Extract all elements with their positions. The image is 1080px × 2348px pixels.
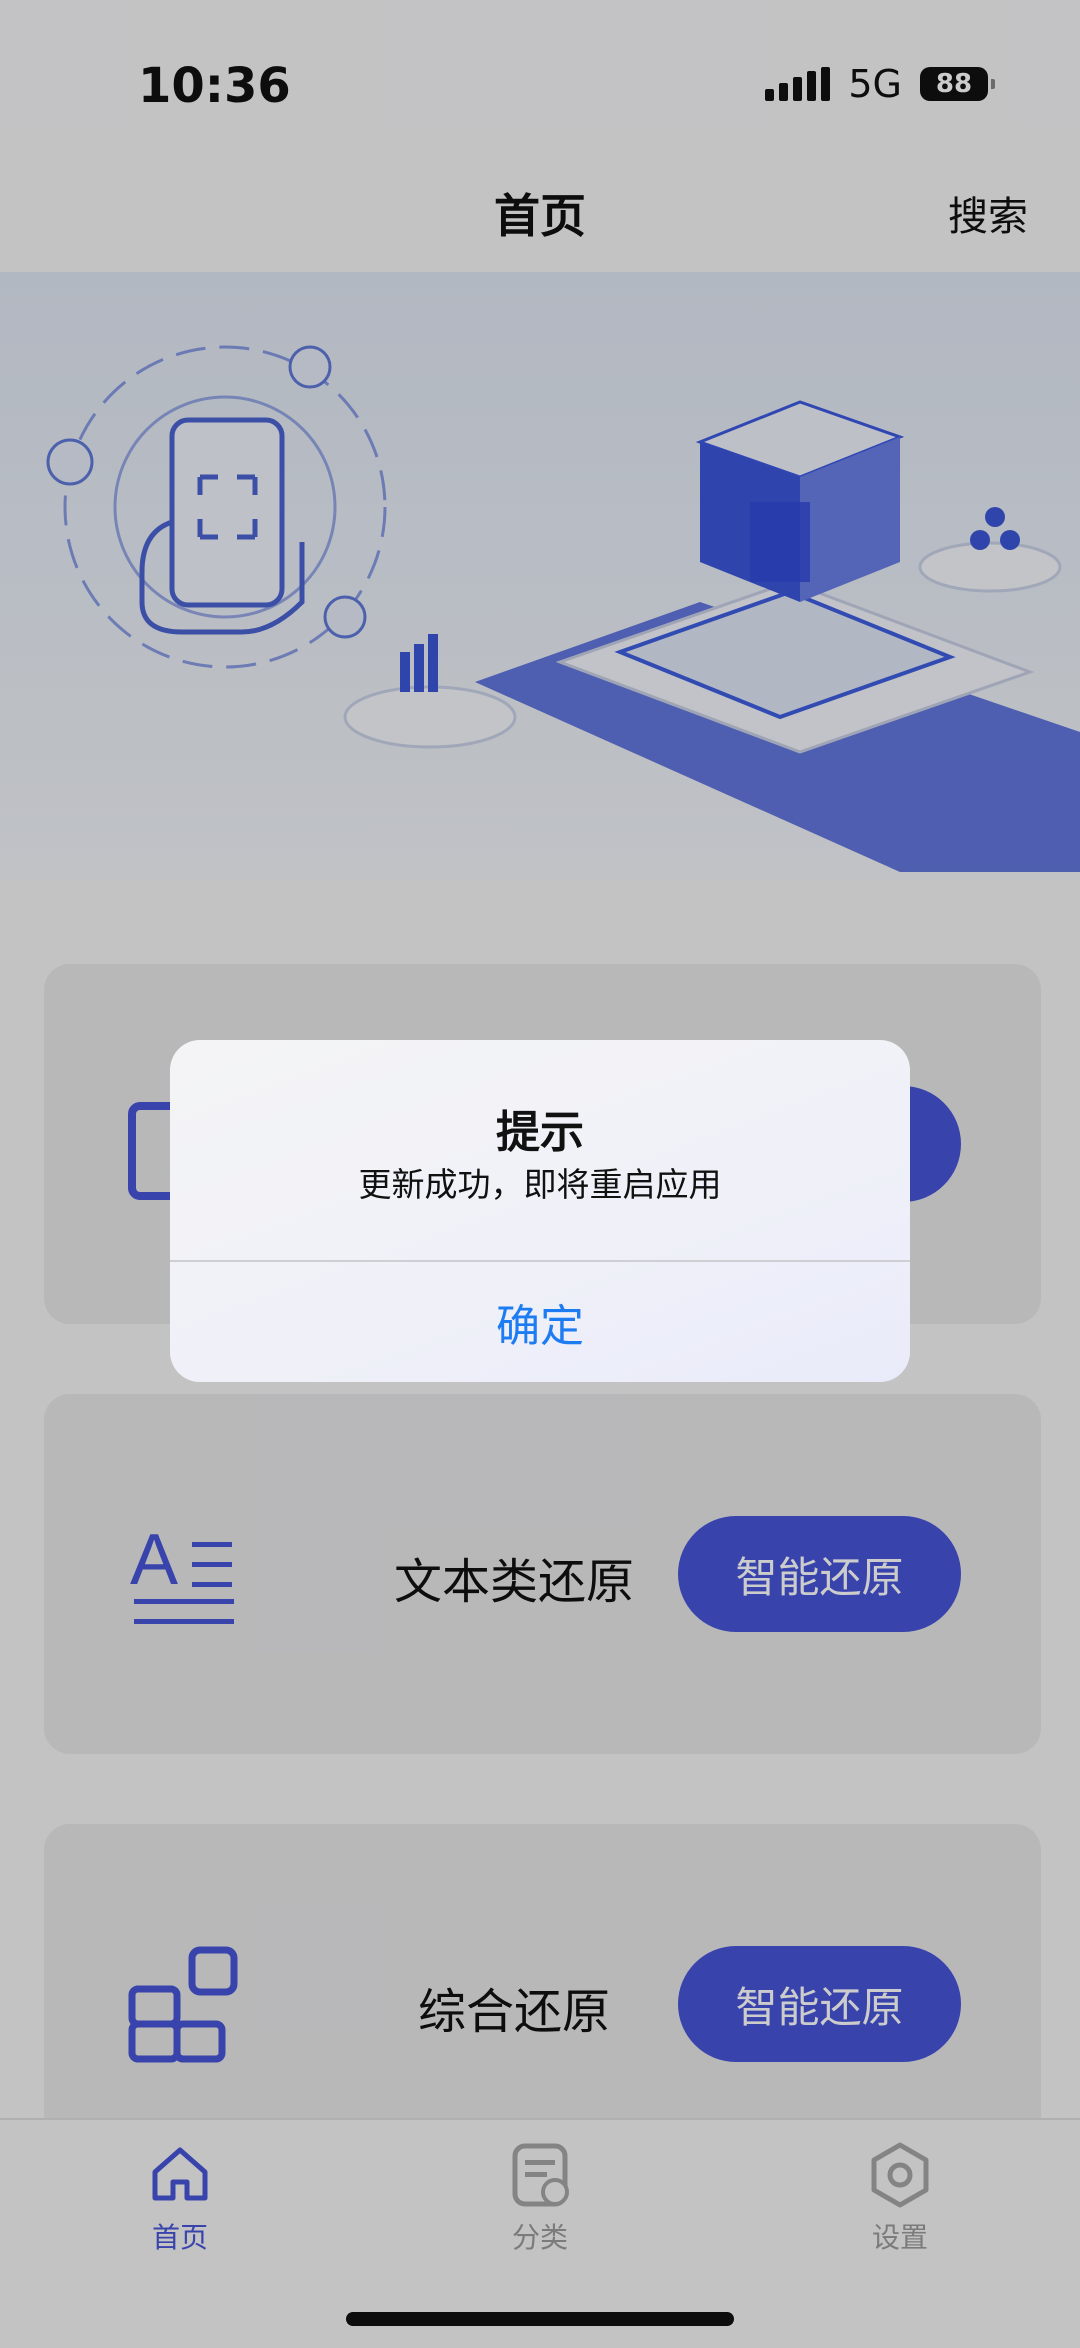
- dialog-message: 更新成功，即将重启应用: [358, 1165, 722, 1204]
- alert-dialog: 提示 更新成功，即将重启应用 确定: [170, 1040, 910, 1382]
- dialog-title: 提示: [496, 1107, 584, 1158]
- confirm-button[interactable]: 确定: [170, 1262, 910, 1382]
